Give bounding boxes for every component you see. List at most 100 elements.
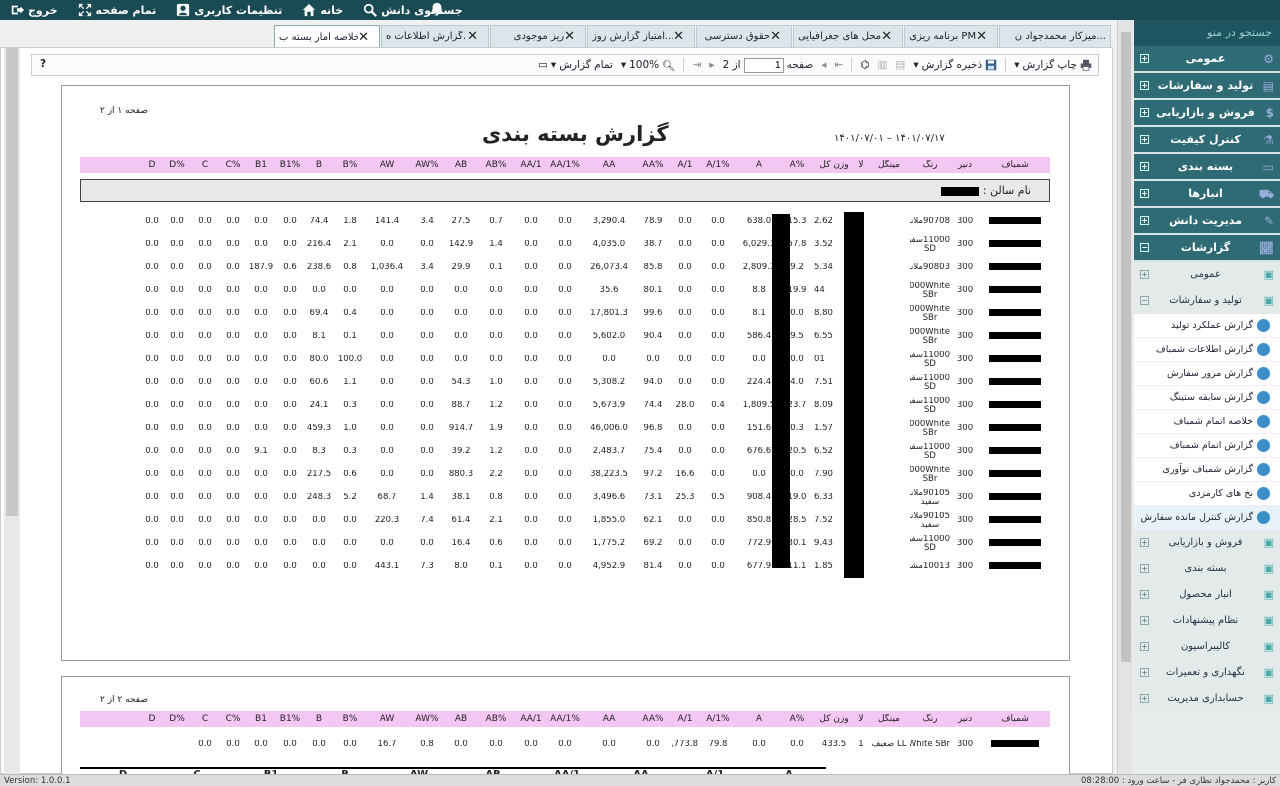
report-menu-item[interactable]: گزارش اطلاعات شمباف xyxy=(1134,338,1280,362)
last-page-icon[interactable]: ⇤ xyxy=(835,59,844,71)
value-cell: 0.0 xyxy=(678,240,692,249)
previous-page-icon[interactable]: ▸ xyxy=(709,59,714,71)
report-menu-item[interactable]: گزارش سابقه ستینگ xyxy=(1134,386,1280,410)
sidebar-scroll-thumb[interactable] xyxy=(1121,32,1131,662)
tab-item[interactable]: امتیاز گزارش روز...✕ xyxy=(587,25,695,47)
expand-icon[interactable]: + xyxy=(1140,54,1149,63)
zoom-dropdown[interactable]: 🔍︎ 100% ▾ xyxy=(621,59,676,72)
sidebar-subsection[interactable]: ▣ نگهداری و تعمیرات + xyxy=(1134,660,1280,686)
sidebar-section[interactable]: ⛟ انبارها + xyxy=(1134,181,1280,208)
collapse-icon[interactable]: − xyxy=(1140,296,1149,305)
close-icon[interactable]: ✕ xyxy=(976,29,987,44)
full-report-button[interactable]: تمام گزارش ▾ ▭ xyxy=(538,59,613,71)
sidebar-subsection[interactable]: ▣ کالیبراسیون + xyxy=(1134,634,1280,660)
home-button[interactable]: خانه xyxy=(292,3,353,17)
help-button[interactable]: ? xyxy=(40,58,46,70)
report-menu-item[interactable]: خلاصه اتمام شمباف xyxy=(1134,410,1280,434)
report-menu-item[interactable]: گزارش عملکرد تولید xyxy=(1134,314,1280,338)
tab-item[interactable]: حقوق دسترسی ✕ xyxy=(696,25,792,47)
expand-icon[interactable]: + xyxy=(1140,590,1149,599)
sidebar-section[interactable]: $ فروش و بازاریابی + xyxy=(1134,100,1280,127)
first-page-icon[interactable]: ⇥ xyxy=(692,59,701,71)
value-cell: 0.0 xyxy=(420,286,434,295)
sidebar-section[interactable]: ⚗ کنترل کیفیت + xyxy=(1134,127,1280,154)
sidebar-section[interactable]: 📈︎ گزارشات − xyxy=(1134,235,1280,262)
menu-search-input[interactable]: جستجو در منو xyxy=(1134,20,1280,46)
collapse-icon[interactable]: − xyxy=(1140,243,1149,252)
report-menu-item[interactable]: گزارش شمباف نوآوری xyxy=(1134,458,1280,482)
expand-icon[interactable]: + xyxy=(1140,694,1149,703)
value-cell: 0.0 xyxy=(226,447,240,456)
sidebar-subsection[interactable]: ▣ بسته بندی + xyxy=(1134,556,1280,582)
sidebar-section[interactable]: ▤ تولید و سفارشات + xyxy=(1134,73,1280,100)
sidebar-subsection[interactable]: ▣ فروش و بازاریابی + xyxy=(1134,530,1280,556)
next-page-icon[interactable]: ◂ xyxy=(821,59,826,71)
expand-icon[interactable]: + xyxy=(1140,538,1149,547)
value-cell: 1.2 xyxy=(489,447,503,456)
report-menu-item[interactable]: گزارش کنترل مانده سفارش xyxy=(1134,506,1280,530)
sidebar-subsection-label: انبار محصول xyxy=(1179,589,1232,600)
page-setup-icon[interactable]: ▥ xyxy=(878,59,888,71)
value-cell: 0.0 xyxy=(145,309,159,318)
sidebar-scrollbar[interactable] xyxy=(1117,20,1133,774)
value-cell: 0.0 xyxy=(420,240,434,249)
expand-icon[interactable]: + xyxy=(1140,108,1149,117)
fullscreen-button[interactable]: تمام صفحه xyxy=(68,3,167,17)
close-icon[interactable]: ✕ xyxy=(467,29,478,44)
expand-icon[interactable]: + xyxy=(1140,270,1149,279)
color-cell: 11000سفید SD xyxy=(910,373,950,392)
expand-icon[interactable]: + xyxy=(1140,81,1149,90)
sidebar-subsection[interactable]: ▣ انبار محصول + xyxy=(1134,582,1280,608)
tab-item[interactable]: محل های جغرافیایی ✕ xyxy=(793,25,903,47)
denier-cell: 300 xyxy=(956,447,974,456)
expand-icon[interactable]: + xyxy=(1140,642,1149,651)
value-cell: 0.0 xyxy=(226,355,240,364)
report-menu-item[interactable]: نخ های کارمزدی xyxy=(1134,482,1280,506)
tab-item[interactable]: برنامه ریزی PM ✕ xyxy=(904,25,998,47)
vertical-scrollbar[interactable] xyxy=(4,48,20,775)
report-date-range: ۱۴۰۱/۰۷/۱۷ – ۱۴۰۱/۰۷/۰۱ xyxy=(834,133,945,144)
expand-icon[interactable]: + xyxy=(1140,162,1149,171)
sidebar-section[interactable]: ▭ بسته بندی + xyxy=(1134,154,1280,181)
sidebar-subsection[interactable]: ▣ حسابداری مدیریت + xyxy=(1134,686,1280,712)
save-report-button[interactable]: ذخیره گزارش ▾ xyxy=(913,59,997,71)
close-icon[interactable]: ✕ xyxy=(881,29,892,44)
column-header: لا xyxy=(858,160,864,170)
user-settings-button[interactable]: تنظیمات کاربری xyxy=(166,3,292,17)
tab-item[interactable]: خلاصه آمار بسته ب...✕ xyxy=(274,25,380,48)
shmbaf-cell xyxy=(980,263,1050,272)
sidebar-section[interactable]: ⚙ عمومی + xyxy=(1134,46,1280,73)
tab-item[interactable]: ریز موجودی ✕ xyxy=(490,25,586,47)
binoculars-icon[interactable]: ⌬ xyxy=(860,59,869,71)
close-icon[interactable]: ✕ xyxy=(770,29,781,44)
sidebar-section[interactable]: ✎ مدیریت دانش + xyxy=(1134,208,1280,235)
knowledge-search-button[interactable]: جستجوی دانش xyxy=(353,3,472,17)
report-menu-item[interactable]: گزارش اتمام شمباف xyxy=(1134,434,1280,458)
value-cell: 0.0 xyxy=(170,332,184,341)
tab-item[interactable]: میزکار محمدجواد ن... xyxy=(999,25,1111,47)
document-icon[interactable]: ▤ xyxy=(895,59,905,71)
sidebar-subsection[interactable]: ▣ نظام پیشنهادات + xyxy=(1134,608,1280,634)
exit-button[interactable]: خروج xyxy=(0,3,68,17)
page-number-input[interactable] xyxy=(743,57,784,73)
sidebar-subsection[interactable]: ▣ تولید و سفارشات − xyxy=(1134,288,1280,314)
print-report-button[interactable]: چاپ گزارش ▾ xyxy=(1014,59,1092,71)
scroll-thumb[interactable] xyxy=(6,48,18,516)
expand-icon[interactable]: + xyxy=(1140,135,1149,144)
submenu-icon: ▣ xyxy=(1263,293,1274,307)
bell-icon[interactable] xyxy=(430,2,444,16)
close-icon[interactable]: ✕ xyxy=(564,29,575,44)
tab-item[interactable]: گزارش اطلاعات ه...✕ xyxy=(381,25,489,47)
close-icon[interactable]: ✕ xyxy=(673,29,684,44)
expand-icon[interactable]: + xyxy=(1140,564,1149,573)
report-menu-item[interactable]: گزارش مرور سفارش xyxy=(1134,362,1280,386)
value-cell: 0.0 xyxy=(711,539,725,548)
expand-icon[interactable]: + xyxy=(1140,616,1149,625)
expand-icon[interactable]: + xyxy=(1140,668,1149,677)
expand-icon[interactable]: + xyxy=(1140,216,1149,225)
tab-label: محل های جغرافیایی xyxy=(798,31,882,42)
sidebar-subsection[interactable]: ▣ عمومی + xyxy=(1134,262,1280,288)
close-icon[interactable]: ✕ xyxy=(358,30,369,45)
expand-icon[interactable]: + xyxy=(1140,189,1149,198)
value-cell: 0.0 xyxy=(145,401,159,410)
